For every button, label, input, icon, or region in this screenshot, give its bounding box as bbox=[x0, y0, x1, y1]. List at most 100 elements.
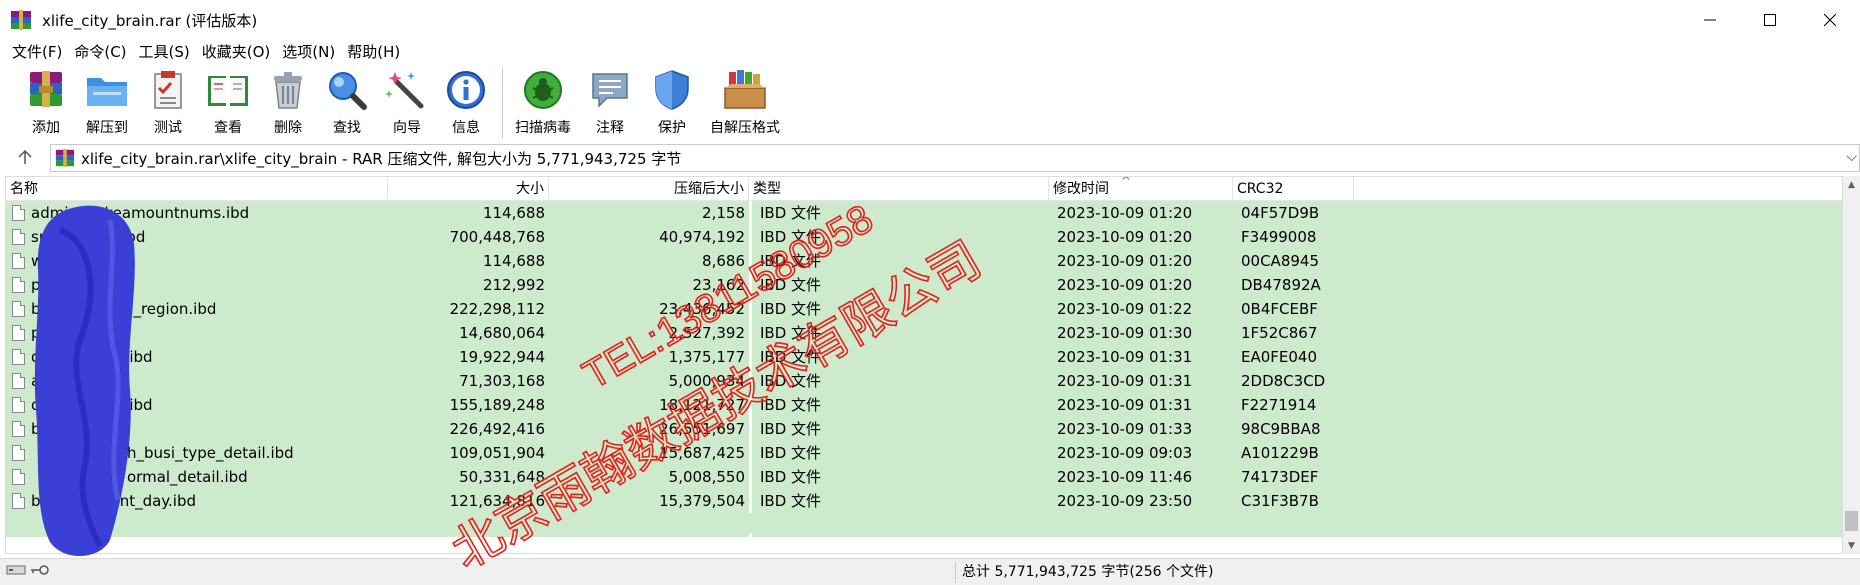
file-row[interactable]: pad.ibd14,680,0642,527,392IBD 文件2023-10-… bbox=[6, 321, 1842, 345]
up-one-level-button[interactable] bbox=[0, 142, 50, 172]
file-row[interactable]: b il_event_day.ibd 121,634,816 15,379,504 IB… bbox=[6, 489, 1842, 513]
menu-commands[interactable]: 命令(C) bbox=[68, 40, 132, 64]
file-packed-cell: 23,436,452 bbox=[659, 300, 745, 318]
file-icon bbox=[12, 445, 25, 461]
row-fill bbox=[1354, 489, 1842, 513]
file-size-cell: 114,688 bbox=[482, 252, 545, 270]
menu-bar: 文件(F) 命令(C) 工具(S) 收藏夹(O) 选项(N) 帮助(H) bbox=[0, 40, 1860, 64]
test-label: 测试 bbox=[154, 120, 182, 136]
file-size-cell: 155,189,248 bbox=[449, 396, 545, 414]
file-row[interactable]: ormal_detail.ibd 50,331,648 5,008,550 IBD 文… bbox=[6, 465, 1842, 489]
path-dropdown-icon[interactable]: ⌵ bbox=[1846, 149, 1857, 165]
protect-button[interactable]: 保护 bbox=[645, 68, 699, 138]
file-size-cell: 109,051,904 bbox=[449, 444, 545, 462]
vertical-scrollbar[interactable]: ▲ ▼ bbox=[1843, 176, 1860, 554]
file-packed-cell: 15,687,425 bbox=[659, 444, 745, 462]
view-button[interactable]: 查看 bbox=[200, 68, 256, 138]
info-button[interactable]: 信息 bbox=[440, 68, 492, 138]
file-crc-cell: DB47892A bbox=[1241, 276, 1321, 294]
sort-ascending-icon: ^ bbox=[1121, 176, 1132, 188]
shield-icon bbox=[648, 68, 696, 112]
file-icon bbox=[12, 469, 25, 485]
info-label: 信息 bbox=[452, 120, 480, 136]
find-label: 查找 bbox=[333, 120, 361, 136]
comment-label: 注释 bbox=[596, 120, 624, 136]
file-size-cell: 19,922,944 bbox=[459, 348, 545, 366]
add-label: 添加 bbox=[32, 120, 60, 136]
file-row[interactable]: watbd114,6888,686IBD 文件2023-10-09 01:200… bbox=[6, 249, 1842, 273]
row-fill bbox=[1354, 273, 1842, 297]
file-packed-cell: 18,121,727 bbox=[659, 396, 745, 414]
column-header-name[interactable]: 名称 bbox=[6, 177, 388, 201]
winrar-app-icon bbox=[10, 9, 32, 31]
maximize-button[interactable] bbox=[1740, 0, 1800, 40]
drive-icon bbox=[6, 565, 26, 575]
close-button[interactable] bbox=[1800, 0, 1860, 40]
file-size-cell: 212,992 bbox=[482, 276, 545, 294]
file-type-cell: IBD 文件 bbox=[760, 252, 822, 270]
file-packed-cell: 1,375,177 bbox=[668, 348, 745, 366]
file-row[interactable]: dessing.ibd155,189,24818,121,727IBD 文件20… bbox=[6, 393, 1842, 417]
title-bar: xlife_city_brain.rar (评估版本) bbox=[0, 0, 1860, 40]
view-book-icon bbox=[204, 68, 252, 112]
column-header-type[interactable]: 类型 bbox=[749, 177, 1049, 201]
sfx-button[interactable]: 自解压格式 bbox=[705, 68, 785, 138]
file-list: 名称 大小 压缩后大小 类型 修改时间 ^ CRC32 admi keamount… bbox=[5, 176, 1843, 554]
file-size-cell: 50,331,648 bbox=[459, 468, 545, 486]
file-modified-cell: 2023-10-09 11:46 bbox=[1057, 468, 1193, 486]
file-modified-cell: 2023-10-09 01:20 bbox=[1057, 252, 1193, 270]
path-field[interactable]: xlife_city_brain.rar\xlife_city_brain - … bbox=[50, 144, 1860, 172]
file-row[interactable]: aibd71,303,1685,000,934IBD 文件2023-10-09 … bbox=[6, 369, 1842, 393]
row-fill bbox=[1354, 441, 1842, 465]
close-icon bbox=[1824, 14, 1836, 26]
file-row[interactable]: h_busi_type_detail.ibd 109,051,904 15,687,… bbox=[6, 441, 1842, 465]
file-crc-cell: A101229B bbox=[1241, 444, 1319, 462]
test-button[interactable]: 测试 bbox=[142, 68, 194, 138]
extract-to-button[interactable]: 解压到 bbox=[78, 68, 136, 138]
file-size-cell: 222,298,112 bbox=[449, 300, 545, 318]
column-header-modified[interactable]: 修改时间 ^ bbox=[1049, 177, 1233, 201]
menu-favorites[interactable]: 收藏夹(O) bbox=[196, 40, 277, 64]
maximize-icon bbox=[1764, 14, 1776, 26]
virus-scan-button[interactable]: 扫描病毒 bbox=[511, 68, 575, 138]
extract-folder-icon bbox=[83, 68, 131, 112]
file-packed-cell: 5,000,934 bbox=[668, 372, 745, 390]
wizard-button[interactable]: 向导 bbox=[380, 68, 434, 138]
column-header-size[interactable]: 大小 bbox=[388, 177, 549, 201]
column-header-packed[interactable]: 压缩后大小 bbox=[549, 177, 749, 201]
file-row[interactable]: bl.ibd226,492,41626,551,697IBD 文件2023-10… bbox=[6, 417, 1842, 441]
file-row[interactable]: dessing.ibd19,922,9441,375,177IBD 文件2023… bbox=[6, 345, 1842, 369]
menu-options[interactable]: 选项(N) bbox=[276, 40, 341, 64]
path-text: xlife_city_brain.rar\xlife_city_brain - … bbox=[81, 149, 682, 168]
menu-file[interactable]: 文件(F) bbox=[6, 40, 68, 64]
minimize-button[interactable] bbox=[1680, 0, 1740, 40]
file-type-cell: IBD 文件 bbox=[760, 420, 822, 438]
redaction-scribble bbox=[30, 200, 138, 560]
scroll-down-arrow-icon[interactable]: ▼ bbox=[1843, 537, 1860, 554]
file-modified-cell: 2023-10-09 01:33 bbox=[1057, 420, 1193, 438]
file-type-cell: IBD 文件 bbox=[760, 468, 822, 486]
file-size-cell: 114,688 bbox=[482, 204, 545, 222]
menu-tools[interactable]: 工具(S) bbox=[133, 40, 196, 64]
minimize-icon bbox=[1704, 19, 1716, 21]
row-fill bbox=[1354, 321, 1842, 345]
file-icon bbox=[12, 325, 25, 341]
scrollbar-thumb[interactable] bbox=[1845, 511, 1858, 531]
file-type-cell: IBD 文件 bbox=[760, 372, 822, 390]
row-fill bbox=[1354, 249, 1842, 273]
column-header-crc[interactable]: CRC32 bbox=[1233, 177, 1354, 201]
file-packed-cell: 2,158 bbox=[702, 204, 745, 222]
file-row[interactable]: smage.ibd700,448,76840,974,192IBD 文件2023… bbox=[6, 225, 1842, 249]
file-packed-cell: 40,974,192 bbox=[659, 228, 745, 246]
scroll-up-arrow-icon[interactable]: ▲ bbox=[1843, 176, 1860, 193]
file-row[interactable]: admi keamountnums.ibd 114,688 2,158 IBD 文件 20… bbox=[6, 201, 1842, 225]
file-row[interactable]: bumatch_region.ibd222,298,11223,436,452I… bbox=[6, 297, 1842, 321]
delete-button[interactable]: 删除 bbox=[262, 68, 314, 138]
file-type-cell: IBD 文件 bbox=[760, 276, 822, 294]
file-row[interactable]: pubd212,99223,162IBD 文件2023-10-09 01:20D… bbox=[6, 273, 1842, 297]
add-button[interactable]: 添加 bbox=[20, 68, 72, 138]
comment-button[interactable]: 注释 bbox=[581, 68, 639, 138]
find-button[interactable]: 查找 bbox=[320, 68, 374, 138]
menu-help[interactable]: 帮助(H) bbox=[341, 40, 406, 64]
wizard-wand-icon bbox=[383, 68, 431, 112]
